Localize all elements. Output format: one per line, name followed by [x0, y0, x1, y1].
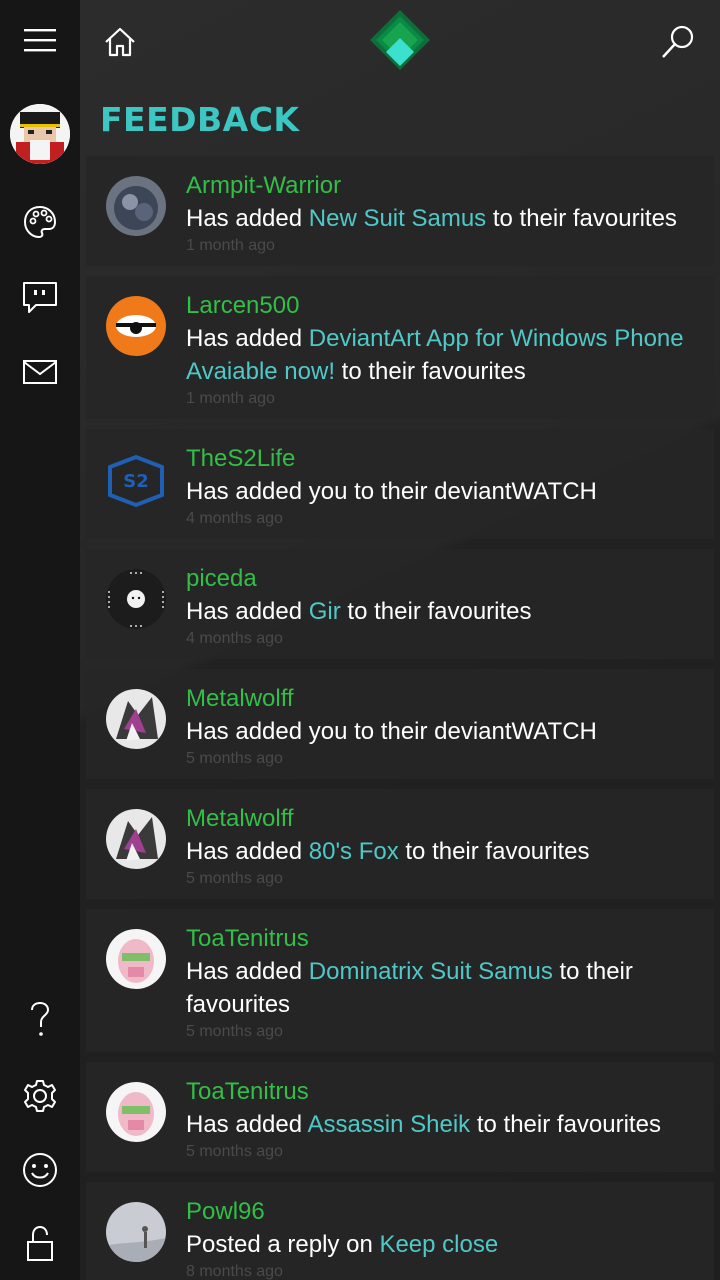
- deviation-link[interactable]: 80's Fox: [309, 838, 399, 865]
- avatar: [106, 296, 166, 356]
- feed-item[interactable]: Larcen500 Has added DeviantArt App for W…: [86, 276, 714, 419]
- comments-button[interactable]: [0, 266, 80, 330]
- settings-icon: [24, 1080, 56, 1112]
- feed-item[interactable]: Metalwolff Has added 80's Fox to their f…: [86, 789, 714, 899]
- feed-item[interactable]: Powl96 Posted a reply on Keep close 8 mo…: [86, 1182, 714, 1280]
- avatar: [106, 929, 166, 989]
- timestamp: 4 months ago: [186, 630, 283, 647]
- mail-icon: [23, 360, 57, 384]
- message: Has added Gir to their favourites: [186, 595, 704, 628]
- message: Has added you to their deviantWATCH: [186, 715, 704, 748]
- message: Has added DeviantArt App for Windows Pho…: [186, 322, 704, 388]
- main-panel: FEEDBACK Armpit-Warrior Has added New Su…: [80, 0, 720, 1280]
- help-icon: [31, 1001, 50, 1036]
- feed-item[interactable]: Armpit-Warrior Has added New Suit Samus …: [86, 156, 714, 266]
- username[interactable]: TheS2Life: [186, 443, 704, 475]
- timestamp: 5 months ago: [186, 750, 283, 767]
- message-text: Has added: [186, 205, 309, 232]
- top-bar: [80, 0, 720, 84]
- message-text: to their favourites: [335, 358, 526, 385]
- avatar: [106, 1082, 166, 1142]
- avatar: [106, 809, 166, 869]
- message-text: Posted a reply on: [186, 1231, 380, 1258]
- avatar: [106, 689, 166, 749]
- home-button[interactable]: [96, 18, 144, 66]
- username[interactable]: piceda: [186, 563, 704, 595]
- profile-button[interactable]: [0, 1138, 80, 1202]
- username[interactable]: Metalwolff: [186, 803, 704, 835]
- message-text: Has added you to their deviantWATCH: [186, 718, 597, 745]
- deviation-link[interactable]: Gir: [309, 598, 341, 625]
- message-text: to their favourites: [486, 205, 677, 232]
- avatar: [106, 176, 166, 236]
- user-avatar[interactable]: [10, 104, 70, 164]
- message-text: to their favourites: [470, 1111, 661, 1138]
- search-icon: [662, 25, 694, 58]
- message-text: to their favourites: [398, 838, 590, 865]
- message-text: Has added you to their deviantWATCH: [186, 478, 597, 505]
- deviantart-logo[interactable]: [368, 8, 432, 72]
- deviations-button[interactable]: [0, 190, 80, 254]
- messages-button[interactable]: [0, 340, 80, 404]
- feed-item[interactable]: piceda Has added Gir to their favourites…: [86, 549, 714, 659]
- feed-item[interactable]: S2 TheS2Life Has added you to their devi…: [86, 429, 714, 539]
- timestamp: 1 month ago: [186, 390, 275, 407]
- settings-button[interactable]: [0, 1064, 80, 1128]
- thread-link[interactable]: Keep close: [379, 1231, 498, 1258]
- message-text: to their favourites: [340, 598, 532, 625]
- logout-button[interactable]: [0, 1212, 80, 1276]
- deviation-link[interactable]: New Suit Samus: [309, 205, 486, 232]
- timestamp: 1 month ago: [186, 237, 275, 254]
- feed-item[interactable]: Metalwolff Has added you to their devian…: [86, 669, 714, 779]
- deviation-link[interactable]: Assassin Sheik: [307, 1111, 470, 1138]
- feed-item[interactable]: ToaTenitrus Has added Assassin Sheik to …: [86, 1062, 714, 1172]
- nav-rail: [0, 0, 80, 1280]
- message: Has added you to their deviantWATCH: [186, 475, 704, 508]
- username[interactable]: ToaTenitrus: [186, 1076, 704, 1108]
- username[interactable]: Armpit-Warrior: [186, 170, 704, 202]
- svg-text:S2: S2: [123, 471, 149, 492]
- avatar: [106, 1202, 166, 1262]
- username[interactable]: Larcen500: [186, 290, 704, 322]
- feed-item[interactable]: ToaTenitrus Has added Dominatrix Suit Sa…: [86, 909, 714, 1052]
- page-title: FEEDBACK: [100, 100, 300, 139]
- timestamp: 4 months ago: [186, 510, 283, 527]
- search-button[interactable]: [652, 16, 704, 68]
- username[interactable]: Powl96: [186, 1196, 704, 1228]
- message-text: Has added: [186, 838, 309, 865]
- menu-icon: [24, 29, 56, 52]
- help-button[interactable]: [0, 988, 80, 1052]
- timestamp: 5 months ago: [186, 1023, 283, 1040]
- feedback-list: Armpit-Warrior Has added New Suit Samus …: [86, 156, 714, 1280]
- message: Has added Dominatrix Suit Samus to their…: [186, 955, 704, 1021]
- avatar: S2: [106, 449, 166, 509]
- username[interactable]: Metalwolff: [186, 683, 704, 715]
- timestamp: 8 months ago: [186, 1263, 283, 1280]
- home-icon: [105, 27, 135, 57]
- message-text: Has added: [186, 325, 309, 352]
- smiley-icon: [23, 1153, 57, 1187]
- message-text: Has added: [186, 958, 309, 985]
- message-text: Has added: [186, 598, 309, 625]
- comment-icon: [23, 282, 57, 313]
- username[interactable]: ToaTenitrus: [186, 923, 704, 955]
- timestamp: 5 months ago: [186, 1143, 283, 1160]
- menu-button[interactable]: [0, 8, 80, 72]
- deviation-link[interactable]: Dominatrix Suit Samus: [309, 958, 553, 985]
- message-text: Has added: [186, 1111, 308, 1138]
- message: Has added 80's Fox to their favourites: [186, 835, 704, 868]
- timestamp: 5 months ago: [186, 870, 283, 887]
- message: Has added New Suit Samus to their favour…: [186, 202, 704, 235]
- lock-icon: [27, 1225, 53, 1261]
- message: Has added Assassin Sheik to their favour…: [186, 1108, 704, 1141]
- avatar: [106, 569, 166, 629]
- message: Posted a reply on Keep close: [186, 1228, 704, 1261]
- palette-icon: [23, 205, 57, 239]
